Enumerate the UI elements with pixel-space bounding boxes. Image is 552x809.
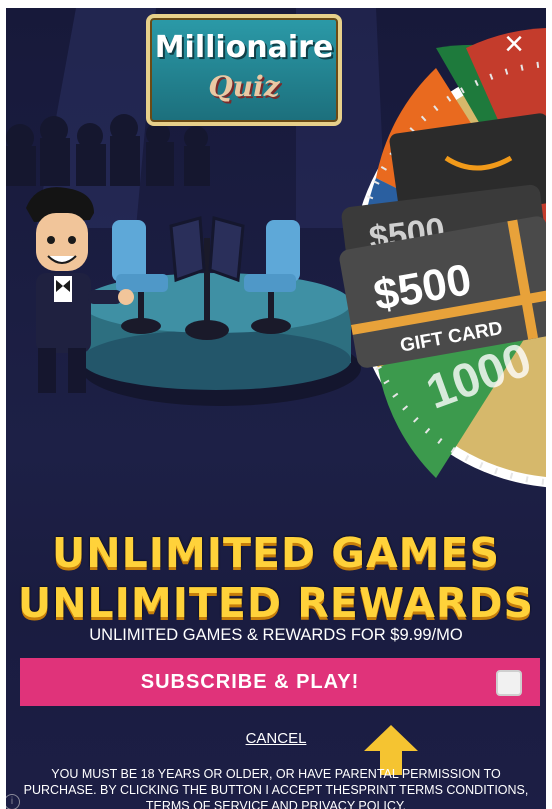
promo-headline: UNLIMITED GAMES UNLIMITED REWARDS xyxy=(6,528,546,628)
price-description: UNLIMITED GAMES & REWARDS FOR $9.99/MO xyxy=(89,626,463,644)
logo-line-2: Quiz xyxy=(208,70,280,103)
legal-disclaimer: YOU MUST BE 18 YEARS OR OLDER, OR HAVE P… xyxy=(23,767,529,809)
consent-checkbox[interactable] xyxy=(496,670,522,696)
info-icon[interactable]: i xyxy=(6,794,20,809)
subscribe-button[interactable]: SUBSCRIBE & PLAY! xyxy=(20,658,540,706)
headline-line-2: UNLIMITED REWARDS xyxy=(17,579,535,627)
subscription-modal: $500 $500 GIFT CARD 1000 Millionaire Qui… xyxy=(6,8,546,809)
logo-line-1: Millionaire xyxy=(154,30,334,65)
close-icon[interactable]: × xyxy=(496,26,532,62)
headline-line-1: UNLIMITED GAMES xyxy=(51,529,501,577)
subscribe-button-label: SUBSCRIBE & PLAY! xyxy=(140,671,360,693)
millionaire-quiz-logo: Millionaire Quiz xyxy=(146,14,342,126)
cancel-link[interactable]: CANCEL xyxy=(6,730,546,747)
